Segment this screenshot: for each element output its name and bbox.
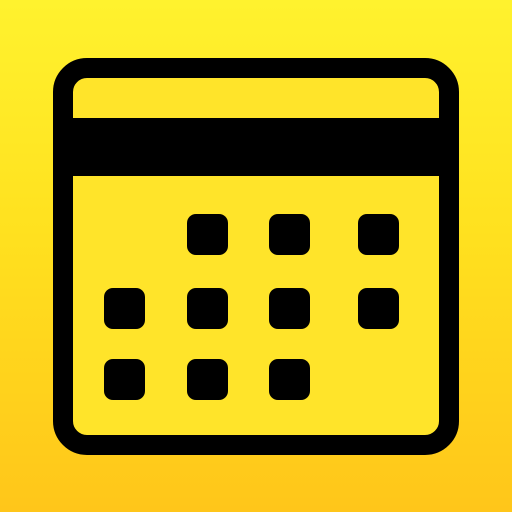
calendar-day-square bbox=[187, 359, 228, 400]
calendar-day-square bbox=[187, 288, 228, 329]
calendar-header-bar bbox=[63, 118, 449, 176]
calendar-app-icon[interactable] bbox=[0, 0, 512, 512]
calendar-day-square bbox=[104, 359, 145, 400]
calendar-day-square bbox=[358, 288, 399, 329]
calendar-day-square bbox=[269, 214, 310, 255]
calendar-day-square bbox=[358, 214, 399, 255]
calendar-day-square bbox=[187, 214, 228, 255]
calendar-icon bbox=[53, 58, 459, 455]
calendar-day-square bbox=[104, 288, 145, 329]
calendar-day-square bbox=[269, 359, 310, 400]
calendar-day-square bbox=[269, 288, 310, 329]
